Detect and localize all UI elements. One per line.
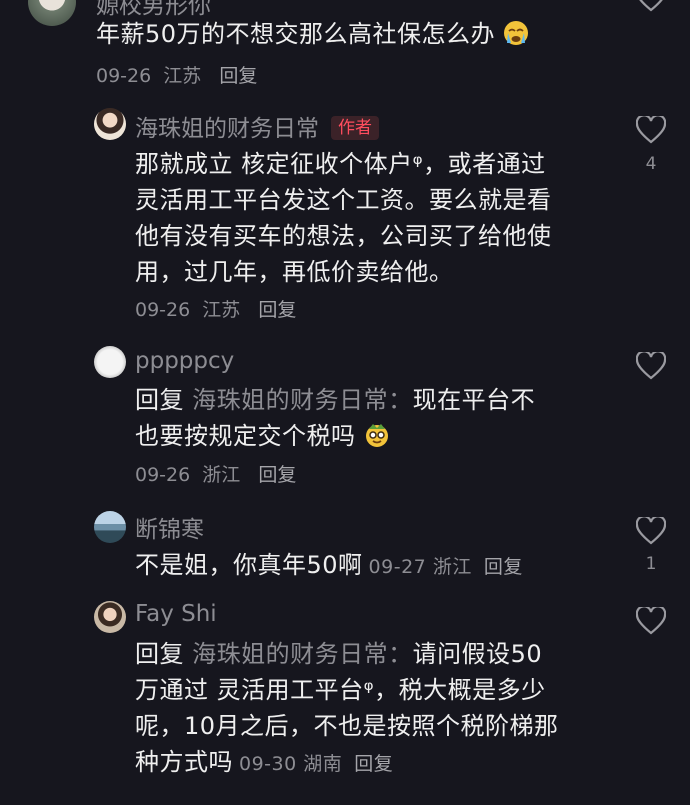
- comment-date: 09-27: [368, 556, 427, 578]
- like-heart-icon[interactable]: [636, 116, 666, 144]
- reply-item: Fay Shi 回复 海珠姐的财务日常：请问假设50 万通过 灵活用工平台ᵠ，税…: [0, 597, 690, 805]
- reply-target-name[interactable]: 海珠姐的财务日常：: [192, 386, 413, 414]
- comment-meta: 09-30 湖南 回复: [239, 753, 393, 775]
- glasses-face-icon: [365, 424, 388, 447]
- comment-meta: 09-26 江苏 回复: [96, 61, 257, 88]
- reply-button[interactable]: 回复: [258, 464, 296, 486]
- reply-button[interactable]: 回复: [219, 65, 257, 87]
- comment-top: 嫄校男形你 年薪50万的不想交那么高社保怎么办 09-26 江苏 回复: [0, 0, 690, 90]
- comment-date: 09-26: [96, 65, 152, 87]
- comment-location: 湖南: [303, 753, 343, 775]
- avatar[interactable]: [94, 511, 126, 543]
- comment-text: 年薪50万的不想交那么高社保怎么办: [96, 16, 636, 52]
- comment-location: 浙江: [202, 464, 241, 486]
- like-count: 4: [645, 154, 657, 174]
- reply-button[interactable]: 回复: [258, 299, 296, 321]
- like-heart-icon[interactable]: [636, 517, 666, 545]
- comment-date: 09-26: [135, 464, 191, 486]
- avatar[interactable]: [94, 346, 126, 378]
- crying-face-icon: [504, 21, 529, 45]
- comment-meta: 09-27 浙江 回复: [369, 556, 523, 578]
- comment-author-name[interactable]: pppppcy: [135, 348, 234, 374]
- comment-author-name[interactable]: 海珠姐的财务日常 作者: [135, 109, 379, 143]
- comment-location: 江苏: [163, 65, 202, 87]
- comment-location: 江苏: [202, 299, 241, 321]
- comment-author-name[interactable]: Fay Shi: [135, 601, 217, 627]
- comment-text: 回复 海珠姐的财务日常：请问假设50 万通过 灵活用工平台ᵠ，税大概是多少 呢，…: [135, 640, 559, 776]
- comment-text: 那就成立 核定征收个体户ᵠ，或者通过 灵活用工平台发这个工资。要么就是看 他有没…: [135, 150, 552, 286]
- comment-date: 09-30: [239, 753, 297, 775]
- like-count: 1: [645, 554, 657, 574]
- reply-target-name[interactable]: 海珠姐的财务日常：: [192, 640, 413, 668]
- like-heart-icon[interactable]: [636, 0, 666, 12]
- comment-date: 09-26: [135, 299, 191, 321]
- avatar[interactable]: [28, 0, 76, 26]
- reply-button[interactable]: 回复: [484, 556, 523, 578]
- comment-text: 不是姐，你真年50啊 09-27 浙江 回复: [135, 551, 523, 579]
- comment-meta: 09-26 浙江 回复: [135, 460, 296, 487]
- avatar[interactable]: [94, 108, 126, 140]
- reply-item: pppppcy 回复 海珠姐的财务日常：现在平台不 也要按规定交个税吗 09-2…: [0, 340, 690, 500]
- comment-author-name[interactable]: 断锦寒: [135, 510, 204, 544]
- author-badge: 作者: [331, 116, 379, 140]
- avatar[interactable]: [94, 601, 126, 633]
- comment-meta: 09-26 江苏 回复: [135, 295, 296, 322]
- reply-item: 断锦寒 1 不是姐，你真年50啊 09-27 浙江 回复: [0, 505, 690, 595]
- like-heart-icon[interactable]: [636, 352, 666, 380]
- comment-location: 浙江: [432, 556, 472, 578]
- like-heart-icon[interactable]: [636, 607, 666, 635]
- comment-text: 回复 海珠姐的财务日常：现在平台不 也要按规定交个税吗: [135, 386, 536, 450]
- reply-button[interactable]: 回复: [354, 753, 393, 775]
- reply-item: 海珠姐的财务日常 作者 4 那就成立 核定征收个体户ᵠ，或者通过 灵活用工平台发这…: [0, 100, 690, 330]
